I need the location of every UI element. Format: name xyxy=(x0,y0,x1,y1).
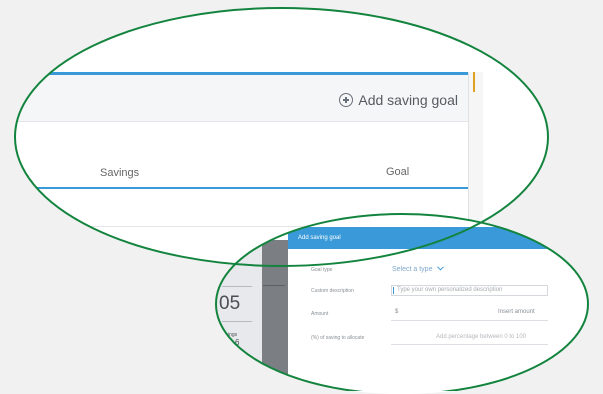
background-number: 05 xyxy=(219,293,241,314)
column-header-goal[interactable]: Goal xyxy=(386,166,409,178)
background-value: 6 xyxy=(235,338,240,347)
accent-line-columns xyxy=(15,187,469,189)
amount-label: Amount xyxy=(311,311,329,317)
divider xyxy=(222,286,252,287)
currency-symbol: $ xyxy=(395,309,399,315)
divider xyxy=(263,285,285,286)
plus-circle-icon xyxy=(339,93,354,107)
goal-type-select[interactable]: Select a type xyxy=(392,266,445,273)
modal-title: Add saving goal xyxy=(298,235,341,241)
amount-input-underline xyxy=(391,320,548,321)
allocate-placeholder[interactable]: Add percentage between 0 to 100 xyxy=(436,334,526,340)
scrollbar-thumb[interactable] xyxy=(473,72,475,92)
text-caret xyxy=(393,287,394,294)
allocate-label: (%) of saving to allocate xyxy=(311,335,365,341)
modal-title-bar: Add saving goal xyxy=(288,227,588,249)
allocate-input-underline xyxy=(391,344,548,345)
goal-type-value: Select a type xyxy=(392,266,433,273)
amount-placeholder[interactable]: Insert amount xyxy=(498,309,535,315)
custom-description-input[interactable]: Type your own personalized description xyxy=(391,285,548,296)
background-overlay xyxy=(262,240,288,394)
add-saving-goal-label: Add saving goal xyxy=(358,92,458,108)
custom-description-label: Custom description xyxy=(311,288,354,294)
custom-description-placeholder: Type your own personalized description xyxy=(397,287,503,293)
divider xyxy=(222,321,252,322)
add-saving-goal-button[interactable]: Add saving goal xyxy=(339,92,458,108)
column-header-savings[interactable]: Savings xyxy=(100,167,139,179)
magnified-modal: 05 ings 6 Add saving goal Goal type Sele… xyxy=(216,214,588,394)
chevron-down-icon xyxy=(437,266,445,273)
goal-type-label: Goal type xyxy=(311,267,333,273)
